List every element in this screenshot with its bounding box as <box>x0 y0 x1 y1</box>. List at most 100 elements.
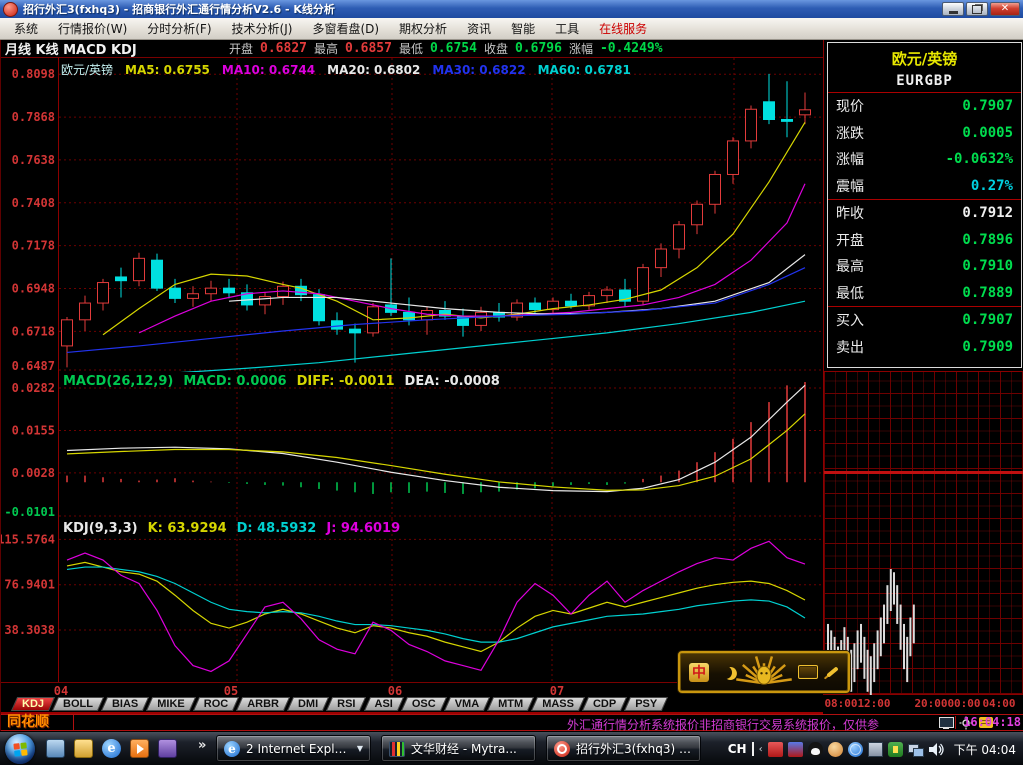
menu-item-5[interactable]: 期权分析 <box>389 20 457 37</box>
tab-roc[interactable]: ROC <box>196 696 236 712</box>
connection-monitor-icon[interactable] <box>939 717 954 729</box>
tab-label: PSY <box>627 696 665 712</box>
menu-item-0[interactable]: 系统 <box>4 20 48 37</box>
field-label: 涨幅 <box>569 40 593 57</box>
dragon-decoration-icon <box>718 653 810 689</box>
tab-osc[interactable]: OSC <box>404 696 444 712</box>
window-controls: ✕ <box>942 2 1020 16</box>
qq-icon[interactable] <box>808 742 823 757</box>
agent-icon[interactable] <box>828 742 843 757</box>
windows-logo-icon <box>13 742 27 756</box>
network-icon[interactable] <box>908 742 923 757</box>
ime-toolbar[interactable]: 中 <box>678 651 850 693</box>
tab-bias[interactable]: BIAS <box>104 696 146 712</box>
quote-row-label: 现价 <box>836 96 864 116</box>
quote-row-value: 0.7912 <box>962 205 1013 221</box>
svg-text:0.0282: 0.0282 <box>12 381 55 395</box>
quicklaunch-movie-maker[interactable] <box>158 739 177 758</box>
tab-kdj[interactable]: KDJ <box>14 696 52 712</box>
stock-app-icon[interactable] <box>768 742 783 757</box>
brand-logo: 同花顺 <box>7 715 49 730</box>
tab-dmi[interactable]: DMI <box>290 696 326 712</box>
tab-mass[interactable]: MASS <box>534 696 582 712</box>
task-button-ie[interactable]: e2 Internet Explor...▼ <box>216 735 371 762</box>
taskbar-clock[interactable]: 下午 04:04 <box>954 741 1016 758</box>
restore-button[interactable] <box>966 2 988 16</box>
tab-cdp[interactable]: CDP <box>585 696 624 712</box>
macd-param: DEA: -0.0008 <box>405 374 500 389</box>
group-dropdown-arrow: ▼ <box>357 744 363 753</box>
time-tick: 08:00 <box>824 697 857 710</box>
svg-text:0.7178: 0.7178 <box>12 239 55 253</box>
tab-rsi[interactable]: RSI <box>329 696 363 712</box>
macd-param: DIFF: -0.0011 <box>297 374 395 389</box>
quote-row-value: 0.0005 <box>962 125 1013 141</box>
ma-value: MA60: 0.6781 <box>538 63 631 77</box>
menu-item-3[interactable]: 技术分析(J) <box>222 20 303 37</box>
globe-icon[interactable] <box>848 742 863 757</box>
quote-row-value: 0.7896 <box>962 232 1013 248</box>
menu-item-9[interactable]: 在线服务 <box>589 20 657 37</box>
mini-chart-time-axis: 08:0012:0020:0000:0004:00 <box>824 696 1023 710</box>
menu-item-6[interactable]: 资讯 <box>457 20 501 37</box>
tab-label: MASS <box>534 696 582 712</box>
time-tick: 04:00 <box>982 697 1015 710</box>
svg-text:0.6718: 0.6718 <box>12 324 55 338</box>
intraday-mini-chart[interactable] <box>824 372 1023 695</box>
task-button-wenhua[interactable]: 文华财经 - Mytra... <box>381 735 536 762</box>
menu-item-2[interactable]: 分时分析(F) <box>137 20 221 37</box>
tab-label: RSI <box>329 696 363 712</box>
ime-mode-button[interactable]: 中 <box>689 663 709 682</box>
tab-psy[interactable]: PSY <box>627 696 665 712</box>
tab-arbr[interactable]: ARBR <box>239 696 287 712</box>
quote-row-label: 涨跌 <box>836 123 864 143</box>
start-button[interactable] <box>5 734 35 764</box>
menu-item-8[interactable]: 工具 <box>545 20 589 37</box>
tab-label: KDJ <box>14 696 52 712</box>
cmb-icon <box>554 741 570 757</box>
quote-row: 涨幅-0.0632% <box>828 146 1021 173</box>
tab-mtm[interactable]: MTM <box>490 696 531 712</box>
tab-asi[interactable]: ASI <box>367 696 401 712</box>
stock-app2-icon[interactable] <box>788 742 803 757</box>
language-indicator[interactable]: CH <box>728 742 747 756</box>
tray-expand-chevron[interactable]: ‹ <box>759 744 763 755</box>
quote-row-label: 买入 <box>836 310 864 330</box>
minimize-button[interactable] <box>942 2 964 16</box>
quicklaunch-show-desktop[interactable] <box>46 739 65 758</box>
ime-settings-icon[interactable] <box>826 666 839 677</box>
main-candlestick-chart[interactable]: 0.80980.78680.76380.74080.71780.69480.67… <box>1 58 823 372</box>
quick-launch-bar: e <box>46 739 177 758</box>
svg-text:76.9401: 76.9401 <box>4 578 55 592</box>
display-icon[interactable] <box>868 742 883 757</box>
tab-label: VMA <box>447 696 487 712</box>
tab-label: ROC <box>196 696 236 712</box>
ohlc-summary: 开盘0.6827最高0.6857最低0.6754收盘0.6796涨幅-0.424… <box>229 40 663 57</box>
tab-boll[interactable]: BOLL <box>55 696 101 712</box>
menu-item-1[interactable]: 行情报价(W) <box>48 20 137 37</box>
macd-chart[interactable]: 0.02820.01550.0028-0.0101 <box>1 372 823 519</box>
time-tick: 12:00 <box>857 697 890 710</box>
tab-label: MTM <box>490 696 531 712</box>
security-shield-icon[interactable] <box>888 742 903 757</box>
macd-param: MACD: 0.0006 <box>183 374 286 389</box>
toolbar-overflow-chevron[interactable]: » <box>198 738 206 753</box>
status-bar: 同花顺 外汇通行情分析系统报价非招商银行交易系统报价，仅供参 16:04:18 <box>1 714 1023 731</box>
menu-item-7[interactable]: 智能 <box>501 20 545 37</box>
menu-item-4[interactable]: 多窗看盘(D) <box>302 20 389 37</box>
ma-value: MA5: 0.6755 <box>125 63 210 77</box>
tab-mike[interactable]: MIKE <box>149 696 193 712</box>
period-indicator-label: 月线 K线 MACD KDJ <box>5 39 137 58</box>
close-button[interactable]: ✕ <box>990 2 1020 16</box>
quicklaunch-folders[interactable] <box>74 739 93 758</box>
tab-label: OSC <box>404 696 444 712</box>
quicklaunch-media-player[interactable] <box>130 739 149 758</box>
macd-header: MACD(26,12,9)MACD: 0.0006DIFF: -0.0011DE… <box>63 374 500 389</box>
task-button-cmb[interactable]: 招行外汇3(fxhq3) -... <box>546 735 701 762</box>
field-value: 0.6754 <box>430 41 477 56</box>
quicklaunch-internet-explorer[interactable]: e <box>102 739 121 758</box>
volume-icon[interactable] <box>928 742 944 757</box>
svg-text:0.6948: 0.6948 <box>12 282 55 296</box>
tab-vma[interactable]: VMA <box>447 696 487 712</box>
field-value: -0.4249% <box>600 41 663 56</box>
